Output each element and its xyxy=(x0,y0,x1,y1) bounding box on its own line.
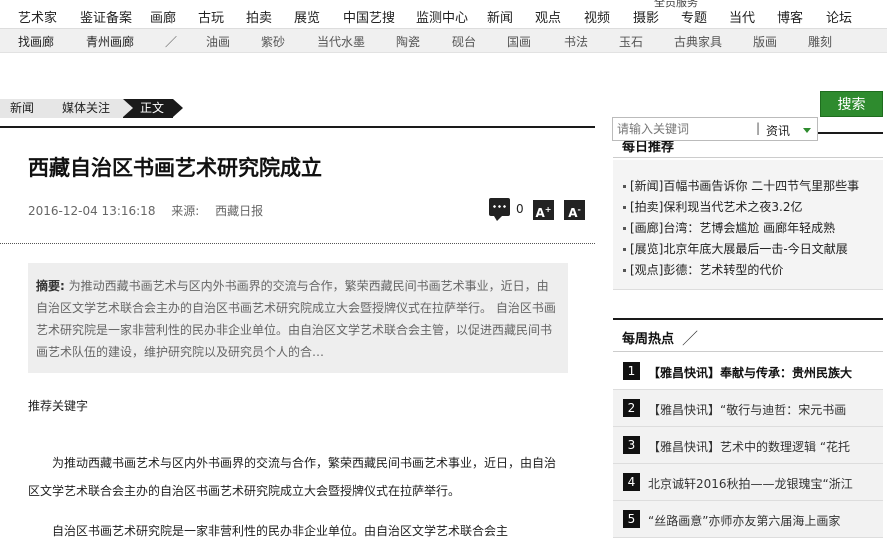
nav-item-video[interactable]: 视频 xyxy=(584,7,610,26)
hot-item-title: 【雅昌快讯】艺术中的数理逻辑 “花托 xyxy=(648,440,851,454)
nav-sculpture[interactable]: 雕刻 xyxy=(808,33,832,50)
nav-item-topic[interactable]: 专题 xyxy=(681,7,707,26)
hot-item[interactable]: 4 北京诚轩2016秋拍——龙银瑰宝“浙江 xyxy=(613,464,883,501)
nav-item-photo[interactable]: 摄影 xyxy=(633,7,659,26)
article-summary: 摘要: 为推动西藏书画艺术与区内外书画界的交流与合作，繁荣西藏民间书画艺术事业，… xyxy=(28,263,568,373)
nav-calligraphy[interactable]: 书法 xyxy=(564,33,588,50)
weekly-hot-title: 每周热点 xyxy=(622,332,675,347)
article-paragraph: 自治区书画艺术研究院是一家非营利性的民办非企业单位。由自治区文学艺术联合会主 xyxy=(52,524,509,538)
bullet-icon xyxy=(623,269,626,272)
weekly-hot-slash: ／ xyxy=(682,329,699,348)
nav-ceramics[interactable]: 陶瓷 xyxy=(396,33,420,50)
nav-item-auction[interactable]: 拍卖 xyxy=(246,7,272,26)
article-source-label: 来源: xyxy=(171,204,200,218)
breadcrumb-media[interactable]: 媒体关注 xyxy=(44,99,133,118)
main-nav: 全员服务 艺术家 鉴证备案 画廊 古玩 拍卖 展览 中国艺搜 监测中心 新闻 观… xyxy=(0,0,887,29)
hot-item[interactable]: 1 【雅昌快讯】奉献与传承：贵州民族大 xyxy=(613,353,883,390)
hot-rank-badge: 4 xyxy=(623,473,640,491)
summary-label: 摘要: xyxy=(36,279,65,293)
hot-item[interactable]: 2 【雅昌快讯】“敬行与迪哲：宋元书画 xyxy=(613,390,883,427)
list-item[interactable]: [拍卖]保利现当代艺术之夜3.2亿 xyxy=(623,198,802,215)
bullet-icon xyxy=(623,206,626,209)
nav-print[interactable]: 版画 xyxy=(753,33,777,50)
hot-item-title: 北京诚轩2016秋拍——龙银瑰宝“浙江 xyxy=(648,477,853,491)
nav-item-contemporary[interactable]: 当代 xyxy=(729,7,755,26)
search-type-select[interactable]: 资讯 xyxy=(766,122,790,139)
weekly-hot-header: 每周热点 ／ xyxy=(613,318,883,352)
search-button[interactable]: 搜索 xyxy=(820,91,883,117)
bullet-icon xyxy=(623,185,626,188)
article-paragraph: 为推动西藏书画艺术与区内外书画界的交流与合作，繁荣西藏民间书画艺术事业，近日，由… xyxy=(28,456,557,498)
article-title: 西藏自治区书画艺术研究院成立 xyxy=(28,156,322,180)
nav-item-opinion[interactable]: 观点 xyxy=(535,7,561,26)
nav-item-china-search[interactable]: 中国艺搜 xyxy=(343,7,395,26)
breadcrumb-arrow-icon xyxy=(44,99,54,117)
comment-icon[interactable] xyxy=(489,198,510,221)
nav-item-news[interactable]: 新闻 xyxy=(487,7,513,26)
nav-qingzhou-gallery[interactable]: 青州画廊 xyxy=(86,33,134,50)
nav-guohua[interactable]: 国画 xyxy=(507,33,531,50)
hot-item[interactable]: 3 【雅昌快讯】艺术中的数理逻辑 “花托 xyxy=(613,427,883,464)
article-divider xyxy=(0,243,595,244)
nav-item-blog[interactable]: 博客 xyxy=(777,7,803,26)
nav-jade[interactable]: 玉石 xyxy=(619,33,643,50)
daily-recommend-list: [新闻]百幅书画告诉你 二十四节气里那些事 [拍卖]保利现当代艺术之夜3.2亿 … xyxy=(613,160,883,290)
nav-item-antique[interactable]: 古玩 xyxy=(198,7,224,26)
nav-item-monitor[interactable]: 监测中心 xyxy=(416,7,468,26)
article-top-rule xyxy=(0,126,595,128)
hot-item-title: 【雅昌快讯】奉献与传承：贵州民族大 xyxy=(648,366,853,380)
nav-item-artist[interactable]: 艺术家 xyxy=(18,7,57,26)
breadcrumb-arrow-icon xyxy=(173,99,183,117)
hot-item-title: “丝路画意”亦师亦友第六届海上画家 xyxy=(648,514,841,528)
search-separator: | xyxy=(756,121,761,135)
list-item[interactable]: [展览]北京年底大展最后一击-今日文献展 xyxy=(623,240,848,257)
article-meta: 2016-12-04 13:16:18 来源: 西藏日报 xyxy=(28,202,275,219)
breadcrumb-current-label: 正文 xyxy=(140,101,165,115)
hot-rank-badge: 2 xyxy=(623,399,640,417)
nav-inkstone[interactable]: 砚台 xyxy=(452,33,476,50)
hot-rank-badge: 5 xyxy=(623,510,640,528)
nav-furniture[interactable]: 古典家具 xyxy=(674,33,722,50)
bullet-icon xyxy=(623,227,626,230)
hot-rank-badge: 1 xyxy=(623,362,640,380)
bullet-icon xyxy=(623,248,626,251)
list-item[interactable]: [画廊]台湾：艺博会尴尬 画廊年轻成熟 xyxy=(623,219,835,236)
nav-item-gallery[interactable]: 画廊 xyxy=(150,7,176,26)
article-source[interactable]: 西藏日报 xyxy=(215,204,263,218)
category-nav: 找画廊 青州画廊 ／ 油画 紫砂 当代水墨 陶瓷 砚台 国画 书法 玉石 古典家… xyxy=(0,29,887,53)
breadcrumb-news-label: 新闻 xyxy=(10,101,35,115)
nav-item-appraisal[interactable]: 鉴证备案 xyxy=(80,7,132,26)
font-smaller-button[interactable]: A- xyxy=(564,200,585,220)
list-item[interactable]: [观点]彭德：艺术转型的代价 xyxy=(623,261,783,278)
hot-rank-badge: 3 xyxy=(623,436,640,454)
breadcrumb-media-label: 媒体关注 xyxy=(62,101,111,115)
hot-item-title: 【雅昌快讯】“敬行与迪哲：宋元书画 xyxy=(648,403,847,417)
nav-zisha[interactable]: 紫砂 xyxy=(261,33,285,50)
font-larger-button[interactable]: A+ xyxy=(533,200,554,220)
nav-item-exhibition[interactable]: 展览 xyxy=(294,7,320,26)
nav-item-forum[interactable]: 论坛 xyxy=(826,7,852,26)
nav-find-gallery[interactable]: 找画廊 xyxy=(18,33,54,50)
article-datetime: 2016-12-04 13:16:18 xyxy=(28,204,156,218)
list-item[interactable]: [新闻]百幅书画告诉你 二十四节气里那些事 xyxy=(623,177,859,194)
nav-ink[interactable]: 当代水墨 xyxy=(317,33,365,50)
search-input[interactable] xyxy=(613,118,759,140)
comment-count[interactable]: 0 xyxy=(516,202,524,216)
summary-text: 为推动西藏书画艺术与区内外书画界的交流与合作，繁荣西藏民间书画艺术事业，近日，由… xyxy=(36,279,556,359)
keywords-label: 推荐关键字 xyxy=(28,399,89,413)
nav-divider: ／ xyxy=(165,35,178,49)
nav-oil-painting[interactable]: 油画 xyxy=(206,33,230,50)
breadcrumb-arrow-icon xyxy=(123,99,133,117)
breadcrumb-news[interactable]: 新闻 xyxy=(0,99,54,118)
hot-item[interactable]: 5 “丝路画意”亦师亦友第六届海上画家 xyxy=(613,501,883,538)
search-box: | 资讯 xyxy=(612,117,818,141)
dropdown-arrow-icon[interactable] xyxy=(803,128,811,133)
